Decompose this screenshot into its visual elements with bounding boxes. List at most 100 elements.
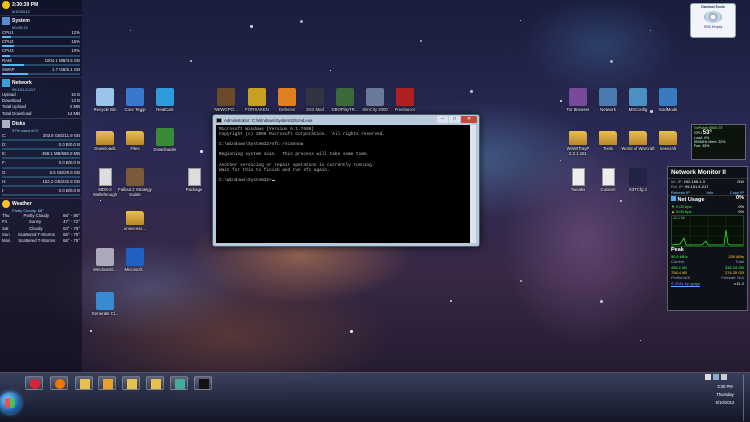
desktop-icon[interactable]: Core Temp (118, 88, 152, 112)
start-button[interactable] (0, 392, 21, 414)
daemon-tools-gadget[interactable]: DaemonTools SSD Empty (690, 3, 736, 38)
settings-icon (629, 88, 647, 106)
forecast-temp: 66° - 75° (63, 238, 80, 244)
document-icon (571, 168, 585, 186)
book-icon (126, 168, 144, 186)
cmd-title: Administrator: C:\Windows\System32\cmd.e… (224, 117, 313, 123)
author-link[interactable]: © 2011 by Igogo (671, 281, 700, 286)
network-icon (2, 79, 10, 88)
desktop-icon[interactable]: Files (118, 128, 152, 151)
forecast-row: Mon Scattered T-Storms 66° - 75° (2, 238, 80, 244)
media-player-taskbar-button[interactable] (98, 376, 116, 390)
desktop-icon[interactable]: GodMode (651, 88, 685, 112)
console-line: C:\Windows\System32> (219, 178, 467, 183)
show-desktop-button[interactable] (743, 375, 749, 421)
clock-icon (2, 1, 10, 9)
daemon-tools-label: SSD Empty (703, 25, 723, 29)
desktop-icon-label: GodMode (658, 107, 678, 112)
desktop-icon-label: Core Temp (124, 107, 146, 112)
desktop-icon-label: Fallout 2 Strategy Guide (118, 187, 152, 197)
star (650, 30, 651, 31)
desktop-icon[interactable]: Downloads (88, 128, 122, 151)
console-cursor (271, 179, 275, 181)
folder-taskbar-button-2[interactable] (146, 376, 164, 390)
desktop-icon[interactable]: SS2 Mod (298, 88, 332, 112)
desktop-icon[interactable]: WinWTrayP 2.2.1.151 (561, 128, 595, 156)
info-button[interactable]: Info (707, 190, 714, 195)
desktop-icon[interactable]: unnecess... (118, 208, 152, 231)
weather-title: Weather (12, 201, 32, 208)
clock-gadget: 3:30:39 PM 5/10/2012 (0, 0, 82, 16)
desktop-icon-label: DBOPlayTR... (331, 107, 359, 112)
network-row: Total Download 14 MB (2, 111, 80, 117)
disk-row-label: C: (2, 132, 7, 138)
desktop-icon[interactable]: Content (591, 168, 625, 192)
desktop-icon[interactable]: S3TCfg 2 (621, 168, 655, 192)
folder-icon (599, 131, 617, 145)
refresh-ip-button[interactable]: Refresh IP (671, 190, 690, 195)
traffic-graph: 12.1 kb (671, 215, 744, 248)
desktop-icon[interactable]: FORSAKEN (240, 88, 274, 112)
star (100, 200, 101, 201)
desktop-icon[interactable]: Freelancer (388, 88, 422, 112)
desktop-icon[interactable]: WindowsD... (88, 248, 122, 272)
desktop-icon[interactable]: Recycle Bin (88, 88, 122, 112)
desktop-icon[interactable]: MDS-2 Walkthrough (88, 168, 122, 197)
maximize-button[interactable]: □ (449, 116, 460, 123)
desktop-icon-label: Files (130, 146, 140, 151)
desktop-icon[interactable]: Package (177, 168, 211, 192)
firefox-taskbar-button[interactable] (50, 376, 68, 390)
cmd-taskbar-button[interactable] (194, 376, 212, 390)
desktop-icon[interactable]: NEWGPO... (209, 88, 243, 112)
desktop-icon[interactable]: Tools (591, 128, 625, 151)
int-ip-label: Int. IP: (671, 179, 683, 184)
desktop-icon[interactable]: Network (591, 88, 625, 112)
shortcut-icon (96, 292, 114, 310)
disks-title: Disks (12, 120, 26, 127)
desktop-icon[interactable]: Generate Cl... (88, 292, 122, 316)
disk-row-value: 458.1 MB/658.0 MB (42, 151, 80, 157)
flag-icon[interactable] (705, 374, 711, 380)
desktop-icon[interactable]: Tweaks (561, 168, 595, 192)
desktop-icon[interactable]: World of Warcraft (621, 128, 655, 151)
disk-row-value: 8.5 GB/29.9 GB (49, 169, 80, 175)
cmd-console-output[interactable]: Microsoft Windows [Version 6.1.7600] Copy… (216, 125, 470, 243)
s3-icon (629, 168, 647, 186)
desktop-icon[interactable]: DBOPlayTR... (328, 88, 362, 112)
folder-taskbar-button-1[interactable] (122, 376, 140, 390)
star (560, 160, 561, 161)
desktop-icon[interactable]: RealCalc (148, 88, 182, 112)
cmd-window[interactable]: Administrator: C:\Windows\System32\cmd.e… (212, 114, 480, 247)
folder-icon (151, 379, 161, 389)
disk-bar (2, 166, 80, 169)
paint-taskbar-button[interactable] (170, 376, 188, 390)
cpu-row-label: CPU2 (2, 39, 14, 45)
chrome-taskbar-button[interactable] (25, 376, 43, 390)
cpu-row-value: 15% (71, 39, 80, 45)
desktop-icon[interactable]: SimCity 2000 (358, 88, 392, 112)
paint-icon (175, 379, 185, 389)
desktop-icon[interactable]: MSConfig (621, 88, 655, 112)
disk-icon (2, 119, 10, 128)
ext-ip-label: Ext. IP: (671, 184, 684, 190)
desktop-icon-label: NEWGPO... (214, 107, 238, 112)
disk-row-label: G: (2, 169, 7, 175)
star (470, 90, 473, 93)
volume-icon[interactable] (721, 374, 727, 380)
net-usage-label: Net Usage (677, 197, 705, 204)
desktop-icon[interactable]: newcraft (651, 128, 685, 151)
desktop-icon[interactable]: Tor Browser (561, 88, 595, 112)
ext-ip-value: 99.101.6.217 (685, 184, 709, 190)
cmd-scrollbar[interactable] (470, 125, 476, 243)
star (620, 200, 622, 202)
desktop-icon[interactable]: Fallout 2 Strategy Guide (118, 168, 152, 197)
desktop-icon[interactable]: Microsoft... (118, 248, 152, 272)
desktop-icon-label: Package (185, 187, 203, 192)
explorer-taskbar-button[interactable] (75, 376, 93, 390)
network-tray-icon[interactable] (713, 374, 719, 380)
minimize-button[interactable]: – (437, 116, 448, 123)
folder-icon (80, 379, 90, 389)
close-button[interactable]: ✕ (461, 116, 477, 123)
disk-row-value: 0.0 B/0.0 B (58, 142, 80, 148)
desktop-icon[interactable]: Downloader (148, 128, 182, 152)
